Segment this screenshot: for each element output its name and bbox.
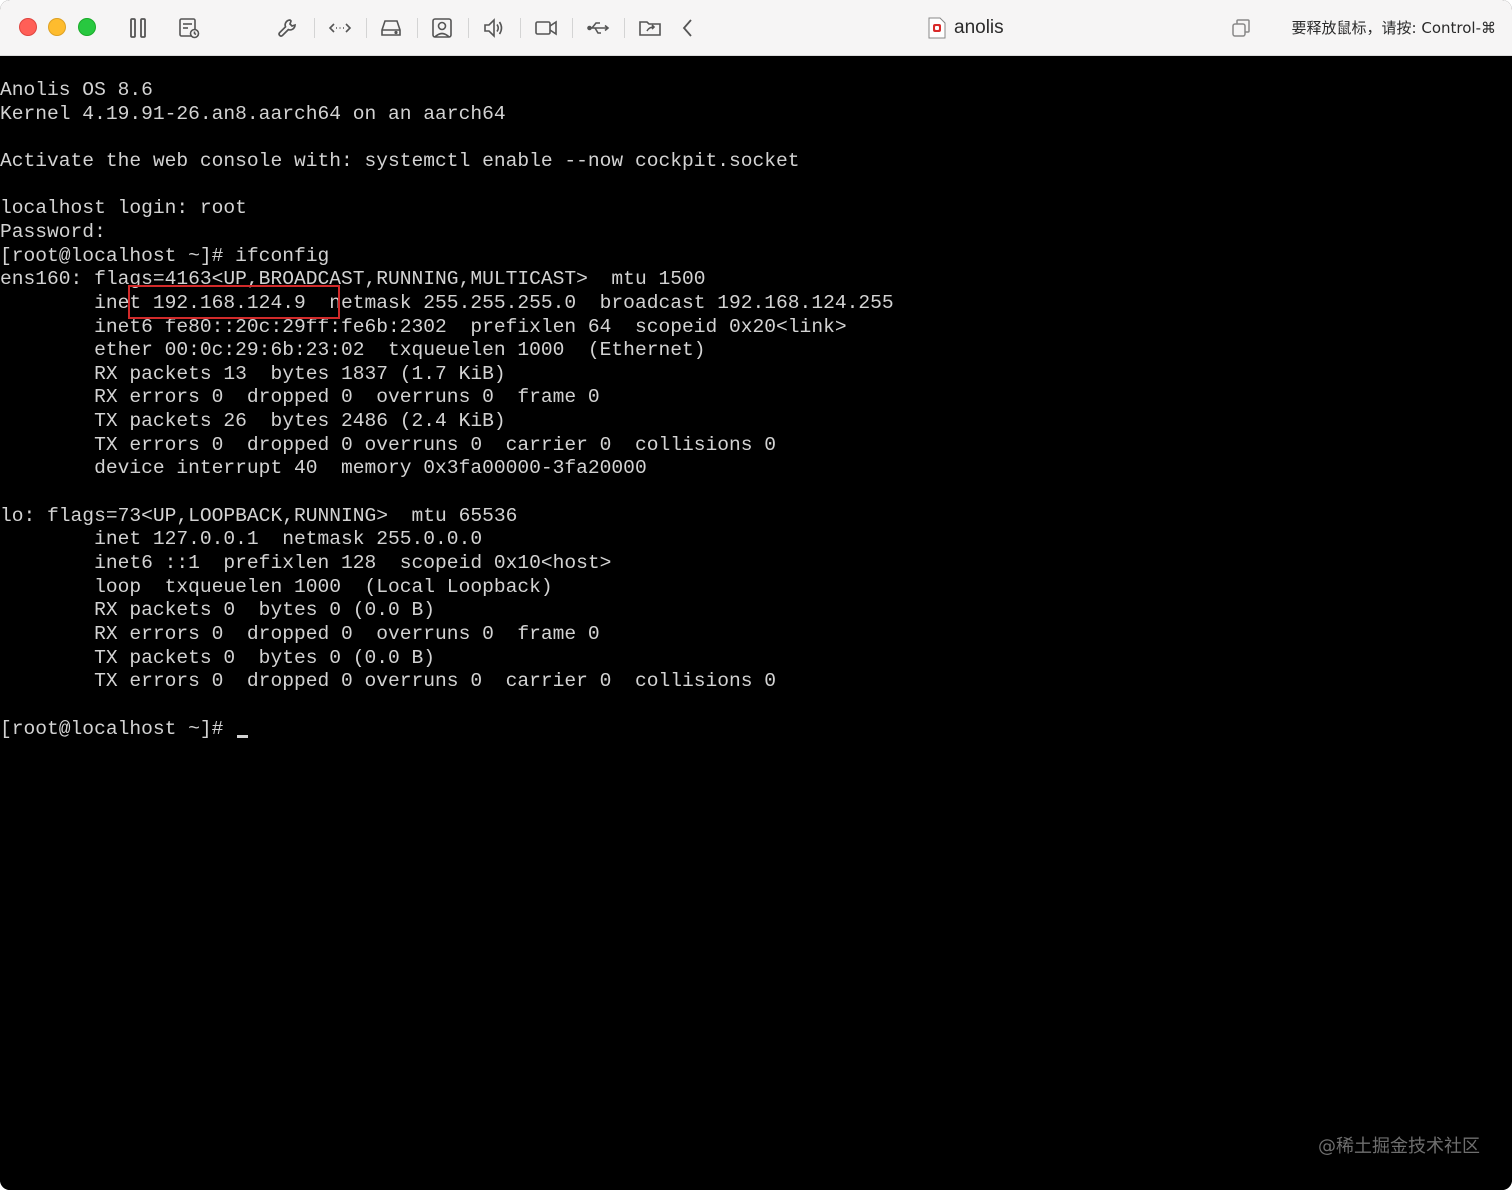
terminal-line: lo: flags=73<UP,LOOPBACK,RUNNING> mtu 65… [0,504,518,527]
video-camera-icon[interactable] [532,14,560,42]
pause-icon[interactable] [124,14,152,42]
network-arrows-icon[interactable] [326,14,354,42]
window-overlap-icon[interactable] [1229,16,1253,40]
terminal-line: RX errors 0 dropped 0 overruns 0 frame 0 [0,386,600,409]
terminal-cursor [237,734,249,738]
vm-console[interactable]: Anolis OS 8.6 Kernel 4.19.91-26.an8.aarch… [0,56,1512,1190]
terminal-line: [root@localhost ~]# ifconfig [0,244,330,267]
terminal-line: TX errors 0 dropped 0 overruns 0 carrier… [0,433,777,456]
terminal-line: [root@localhost ~]# [0,717,249,741]
terminal-line: inet6 fe80::20c:29ff:fe6b:2302 prefixlen… [0,315,847,338]
maximize-window-button[interactable] [78,18,96,36]
release-mouse-hint: 要释放鼠标，请按: Control-⌘ [1291,19,1496,37]
terminal-line: localhost login: root [0,197,247,220]
vm-window: anolis 要释放鼠标，请按: Control-⌘ Anolis OS 8.6… [0,0,1512,1190]
ip-highlight-box [128,285,340,319]
terminal-line: Activate the web console with: systemctl… [0,149,800,172]
title-bar: anolis 要释放鼠标，请按: Control-⌘ [0,0,1512,56]
usb-icon[interactable] [584,14,612,42]
terminal-line: Anolis OS 8.6 [0,79,153,101]
vm-document-icon [928,17,946,39]
terminal-line: RX packets 13 bytes 1837 (1.7 KiB) [0,362,506,385]
terminal-line: TX packets 0 bytes 0 (0.0 B) [0,646,436,669]
window-title-text: anolis [954,17,1004,38]
minimize-window-button[interactable] [48,18,66,36]
window-title: anolis [928,14,1004,42]
watermark: @稀土掘金技术社区 [1318,1136,1480,1157]
disk-drive-icon[interactable] [377,14,405,42]
terminal-line: ether 00:0c:29:6b:23:02 txqueuelen 1000 … [0,339,706,362]
snapshot-icon[interactable] [175,14,203,42]
shared-folder-icon[interactable] [636,14,664,42]
terminal-line: RX errors 0 dropped 0 overruns 0 frame 0 [0,622,600,645]
terminal-line: ens160: flags=4163<UP,BROADCAST,RUNNING,… [0,268,706,291]
terminal-line: inet 127.0.0.1 netmask 255.0.0.0 [0,528,483,551]
terminal-line: TX packets 26 bytes 2486 (2.4 KiB) [0,410,506,433]
terminal-line: loop txqueuelen 1000 (Local Loopback) [0,575,553,598]
speaker-icon[interactable] [480,14,508,42]
chevron-left-icon[interactable] [674,14,702,42]
terminal-line: inet6 ::1 prefixlen 128 scopeid 0x10<hos… [0,552,612,574]
terminal-line: Kernel 4.19.91-26.an8.aarch64 on an aarc… [0,102,506,125]
terminal-line: device interrupt 40 memory 0x3fa00000-3f… [0,457,647,480]
terminal-line: Password: [0,220,106,243]
camera-share-icon[interactable] [428,14,456,42]
terminal-line: RX packets 0 bytes 0 (0.0 B) [0,599,436,622]
close-window-button[interactable] [19,18,37,36]
terminal-line: TX errors 0 dropped 0 overruns 0 carrier… [0,670,777,693]
settings-wrench-icon[interactable] [274,14,302,42]
